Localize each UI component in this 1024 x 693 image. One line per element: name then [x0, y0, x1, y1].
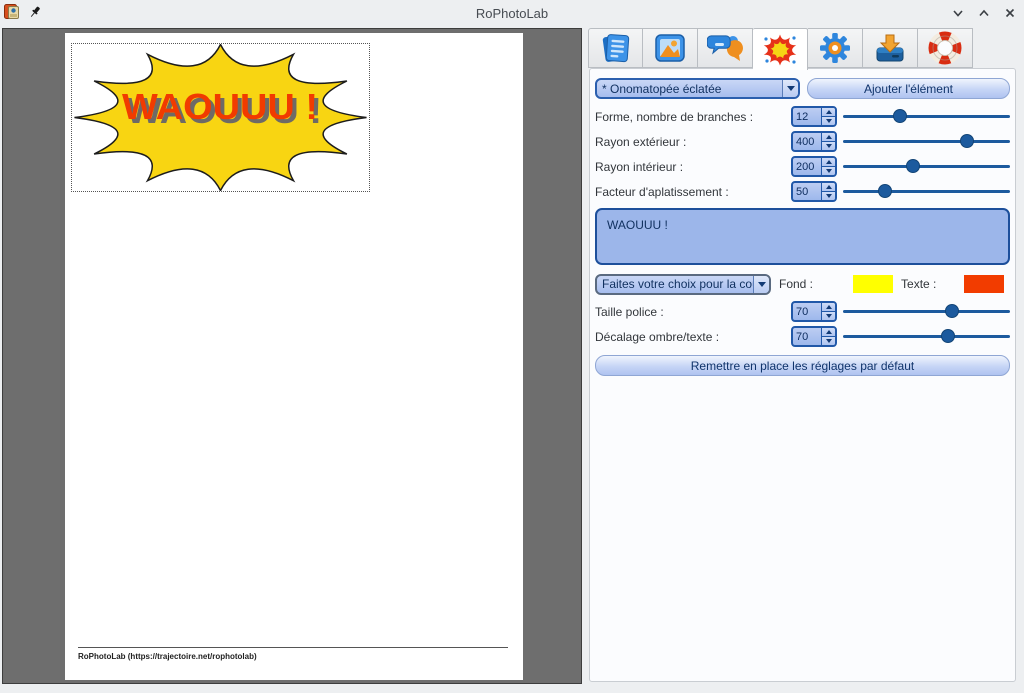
page-footer-credit: RoPhotoLab (https://trajectoire.net/roph…: [78, 652, 257, 661]
reset-defaults-label: Remettre en place les réglages par défau…: [691, 359, 914, 373]
add-element-label: Ajouter l'élément: [864, 82, 953, 96]
image-icon: [652, 31, 688, 65]
fond-label: Fond :: [779, 277, 813, 291]
onomatopee-star-shape[interactable]: WAOUUU ! WAOUUU !: [72, 44, 369, 191]
font-size-label: Taille police :: [595, 305, 791, 319]
branches-row: Forme, nombre de branches : 12: [595, 104, 1010, 129]
gear-icon: [817, 31, 853, 65]
element-type-select[interactable]: * Onomatopée éclatée: [595, 78, 800, 99]
shadow-offset-spinbox[interactable]: 70: [791, 326, 837, 347]
tab-explosion[interactable]: [753, 28, 808, 70]
tab-speech-bubbles[interactable]: [698, 28, 753, 68]
inner-radius-label: Rayon intérieur :: [595, 160, 791, 174]
page-footer-divider: [78, 647, 508, 648]
spin-down-button[interactable]: [822, 312, 835, 320]
slider-track: [843, 310, 1010, 313]
slider-handle[interactable]: [878, 184, 892, 198]
add-element-button[interactable]: Ajouter l'élément: [807, 78, 1010, 99]
inner-radius-value: 200: [793, 158, 821, 175]
settings-panel: * Onomatopée éclatée Ajouter l'élément F…: [584, 22, 1024, 693]
font-size-row: Taille police : 70: [595, 299, 1010, 324]
chevron-up-icon[interactable]: [976, 5, 992, 21]
spin-up-button[interactable]: [822, 328, 835, 337]
outer-radius-row: Rayon extérieur : 400: [595, 129, 1010, 154]
tab-documents[interactable]: [588, 28, 643, 68]
documents-icon: [598, 31, 634, 65]
spin-down-button[interactable]: [822, 117, 835, 125]
slider-handle[interactable]: [960, 134, 974, 148]
tool-tabbar: [588, 28, 973, 69]
star-text: WAOUUU !: [122, 86, 318, 127]
inner-radius-spinbox[interactable]: 200: [791, 156, 837, 177]
shadow-offset-value: 70: [793, 328, 821, 345]
flatten-label: Facteur d'aplatissement :: [595, 185, 791, 199]
spin-down-button[interactable]: [822, 192, 835, 200]
element-type-value: * Onomatopée éclatée: [597, 82, 782, 96]
spin-up-button[interactable]: [822, 158, 835, 167]
explosion-icon: [761, 32, 799, 68]
tab-save[interactable]: [863, 28, 918, 68]
speech-bubbles-icon: [707, 31, 743, 65]
slider-track: [843, 115, 1010, 118]
inner-radius-row: Rayon intérieur : 200: [595, 154, 1010, 179]
chevron-down-icon[interactable]: [950, 5, 966, 21]
slider-handle[interactable]: [945, 304, 959, 318]
selected-element-bounds[interactable]: WAOUUU ! WAOUUU !: [71, 43, 370, 192]
spin-down-button[interactable]: [822, 167, 835, 175]
spin-down-button[interactable]: [822, 142, 835, 150]
reset-defaults-button[interactable]: Remettre en place les réglages par défau…: [595, 355, 1010, 376]
tab-settings[interactable]: [808, 28, 863, 68]
background-color-swatch[interactable]: [853, 275, 893, 293]
spin-up-button[interactable]: [822, 303, 835, 312]
text-color-swatch[interactable]: [964, 275, 1004, 293]
close-icon[interactable]: [1002, 5, 1018, 21]
tab-help[interactable]: [918, 28, 973, 68]
flatten-row: Facteur d'aplatissement : 50: [595, 179, 1010, 204]
font-size-spinbox[interactable]: 70: [791, 301, 837, 322]
outer-radius-slider[interactable]: [843, 131, 1010, 152]
chevron-down-icon[interactable]: [753, 276, 769, 293]
slider-track: [843, 165, 1010, 168]
color-target-select[interactable]: Faites votre choix pour la couleur ic: [595, 274, 771, 295]
outer-radius-label: Rayon extérieur :: [595, 135, 791, 149]
slider-track: [843, 140, 1010, 143]
tab-image[interactable]: [643, 28, 698, 68]
font-size-value: 70: [793, 303, 821, 320]
onomatopee-text-input[interactable]: WAOUUU !: [595, 208, 1010, 265]
inner-radius-slider[interactable]: [843, 156, 1010, 177]
flatten-value: 50: [793, 183, 821, 200]
texte-label: Texte :: [901, 277, 936, 291]
branches-label: Forme, nombre de branches :: [595, 110, 791, 124]
lifebuoy-help-icon: [927, 31, 963, 65]
shadow-offset-slider[interactable]: [843, 326, 1010, 347]
slider-handle[interactable]: [941, 329, 955, 343]
color-target-value: Faites votre choix pour la couleur ic: [597, 277, 753, 291]
outer-radius-spinbox[interactable]: 400: [791, 131, 837, 152]
spin-up-button[interactable]: [822, 133, 835, 142]
outer-radius-value: 400: [793, 133, 821, 150]
spin-up-button[interactable]: [822, 183, 835, 192]
font-size-slider[interactable]: [843, 301, 1010, 322]
chevron-down-icon[interactable]: [782, 80, 798, 97]
color-row: Faites votre choix pour la couleur ic Fo…: [595, 272, 1010, 296]
document-canvas[interactable]: WAOUUU ! WAOUUU ! RoPhotoLab (https://tr…: [2, 28, 582, 684]
slider-track: [843, 190, 1010, 193]
tab-content-frame: * Onomatopée éclatée Ajouter l'élément F…: [589, 68, 1016, 682]
save-icon: [872, 31, 908, 65]
document-page[interactable]: WAOUUU ! WAOUUU ! RoPhotoLab (https://tr…: [65, 33, 523, 680]
slider-handle[interactable]: [893, 109, 907, 123]
flatten-slider[interactable]: [843, 181, 1010, 202]
slider-handle[interactable]: [906, 159, 920, 173]
flatten-spinbox[interactable]: 50: [791, 181, 837, 202]
branches-value: 12: [793, 108, 821, 125]
spin-down-button[interactable]: [822, 337, 835, 345]
window-title: RoPhotoLab: [0, 6, 1024, 21]
shadow-offset-label: Décalage ombre/texte :: [595, 330, 791, 344]
onomatopee-text-value: WAOUUU !: [607, 218, 668, 232]
branches-spinbox[interactable]: 12: [791, 106, 837, 127]
slider-track: [843, 335, 1010, 338]
spin-up-button[interactable]: [822, 108, 835, 117]
branches-slider[interactable]: [843, 106, 1010, 127]
shadow-offset-row: Décalage ombre/texte : 70: [595, 324, 1010, 349]
